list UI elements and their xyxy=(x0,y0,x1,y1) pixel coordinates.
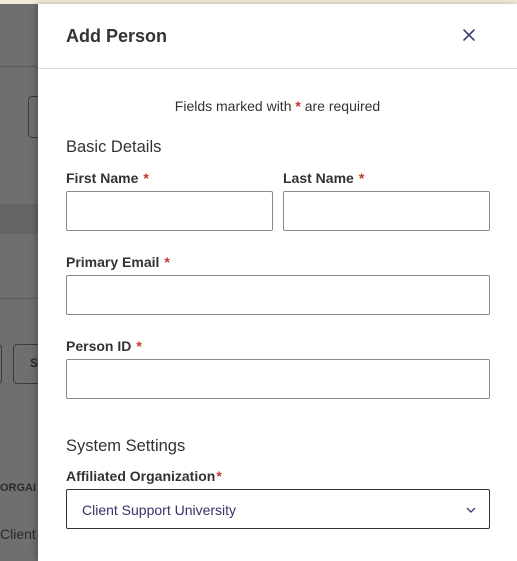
person-id-label-text: Person ID xyxy=(66,338,132,354)
background-row xyxy=(0,204,40,234)
primary-email-input[interactable] xyxy=(66,275,490,315)
background-text: ORGAI xyxy=(0,482,37,494)
required-marker: * xyxy=(136,338,142,354)
first-name-label: First Name * xyxy=(66,170,149,186)
background-divider xyxy=(0,66,40,67)
affiliated-organization-label: Affiliated Organization* xyxy=(66,468,222,484)
required-marker: * xyxy=(143,170,149,186)
background-divider xyxy=(0,298,40,299)
drawer-header: Add Person xyxy=(38,4,517,69)
section-title-system-settings: System Settings xyxy=(66,437,186,455)
person-id-input[interactable] xyxy=(66,359,490,399)
drawer-title: Add Person xyxy=(66,26,168,46)
required-note-suffix: are required xyxy=(304,98,381,114)
required-marker: * xyxy=(164,254,170,270)
last-name-input[interactable] xyxy=(283,191,490,231)
required-marker: * xyxy=(295,98,301,114)
last-name-label: Last Name * xyxy=(283,170,364,186)
affiliated-organization-label-text: Affiliated Organization xyxy=(66,468,216,484)
first-name-label-text: First Name xyxy=(66,170,139,186)
background-button xyxy=(0,344,2,384)
primary-email-label-text: Primary Email xyxy=(66,254,160,270)
required-marker: * xyxy=(358,170,365,186)
add-person-drawer: Add Person Fields marked with * are requ… xyxy=(38,4,517,561)
last-name-label-text: Last Name xyxy=(283,170,354,186)
chevron-down-icon xyxy=(466,507,476,513)
primary-email-label: Primary Email * xyxy=(66,254,170,270)
affiliated-organization-value: Client Support University xyxy=(82,502,237,518)
close-icon xyxy=(463,29,475,41)
affiliated-organization-select[interactable]: Client Support University xyxy=(66,489,490,529)
required-note-prefix: Fields marked with xyxy=(174,98,292,114)
background-text: S xyxy=(30,356,39,370)
required-fields-note: Fields marked with * are required xyxy=(38,98,517,114)
background-text: Client xyxy=(0,526,36,542)
section-title-basic-details: Basic Details xyxy=(66,138,162,156)
close-button[interactable] xyxy=(460,26,478,44)
required-marker: * xyxy=(216,468,222,484)
first-name-input[interactable] xyxy=(66,191,273,231)
person-id-label: Person ID * xyxy=(66,338,142,354)
